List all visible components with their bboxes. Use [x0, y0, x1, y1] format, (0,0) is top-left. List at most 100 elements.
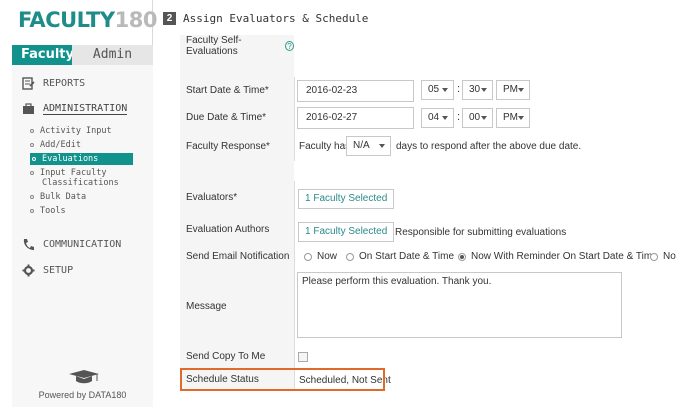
email-option-now-with-reminder[interactable]: Now With Reminder On Start Date & Time: [458, 251, 658, 262]
faculty180-logo[interactable]: FACULTY180: [18, 8, 157, 32]
label-due-date: Due Date & Time*: [180, 103, 294, 131]
select-value: 05: [428, 84, 440, 95]
time-separator: :: [457, 111, 461, 123]
step-number: 2: [163, 12, 176, 25]
send-copy-checkbox[interactable]: [298, 352, 308, 362]
subnav-add-edit[interactable]: Add/Edit: [30, 140, 81, 150]
caret-down-icon: [518, 88, 524, 92]
caret-down-icon: [442, 88, 448, 92]
gear-icon: [22, 264, 35, 277]
bullet-icon: [30, 142, 34, 147]
bullet-icon: [30, 208, 34, 213]
tab-admin[interactable]: Admin: [72, 45, 153, 65]
logo-text: FACULTY: [18, 8, 115, 32]
powered-by-text: Powered by DATA180: [38, 390, 127, 400]
nav-label-administration: ADMINISTRATION: [43, 102, 128, 115]
select-value: N/A: [353, 140, 370, 151]
start-ampm-select[interactable]: PM: [496, 80, 530, 100]
briefcase-icon: [22, 102, 35, 115]
evaluators-button[interactable]: 1 Faculty Selected: [298, 189, 395, 209]
divider: [294, 77, 295, 161]
schedule-status-highlight: [180, 368, 385, 391]
caret-down-icon: [481, 116, 487, 120]
authors-note-text: Responsible for submitting evaluations: [395, 227, 567, 238]
email-option-no[interactable]: No: [650, 251, 676, 262]
radio-label: No: [663, 251, 676, 262]
divider: [294, 181, 295, 391]
subnav-tools[interactable]: Tools: [30, 206, 66, 216]
nav-item-administration[interactable]: ADMINISTRATION: [22, 102, 128, 115]
radio-label: Now With Reminder On Start Date & Time: [471, 251, 658, 262]
response-days-select[interactable]: N/A: [346, 136, 391, 156]
section-title: Assign Evaluators & Schedule: [183, 12, 369, 25]
label-evaluation-authors: Evaluation Authors: [180, 213, 294, 245]
nav-label-communication: COMMUNICATION: [43, 239, 122, 250]
subnav-label: Evaluations: [42, 154, 99, 164]
select-value: 04: [428, 112, 440, 123]
label-faculty-self-evaluations: Faculty Self-Evaluations?: [180, 35, 294, 57]
caret-down-icon: [518, 116, 524, 120]
sidebar: FACULTY180 Faculty Admin REPORTS ADMINIS…: [6, 0, 157, 407]
response-prefix-text: Faculty has: [299, 141, 351, 152]
due-date-input[interactable]: 2016-02-27: [297, 107, 414, 129]
subnav-label: Bulk Data: [40, 192, 87, 202]
select-value: PM: [503, 84, 518, 95]
section-heading: 2 Assign Evaluators & Schedule: [163, 12, 368, 25]
graduation-cap-icon: [68, 370, 100, 387]
subnav-label-cont: Classifications: [42, 178, 119, 188]
subnav-label: Input Faculty: [40, 168, 107, 178]
nav-item-communication[interactable]: COMMUNICATION: [22, 238, 121, 251]
start-hour-select[interactable]: 05: [421, 80, 454, 100]
due-hour-select[interactable]: 04: [421, 108, 454, 128]
radio-icon: [304, 252, 312, 261]
due-ampm-select[interactable]: PM: [496, 108, 530, 128]
message-textarea[interactable]: Please perform this evaluation. Thank yo…: [297, 272, 622, 338]
subnav-activity-input[interactable]: Activity Input: [30, 126, 112, 136]
time-separator: :: [457, 83, 461, 95]
select-value: PM: [503, 112, 518, 123]
subnav-input-faculty-classifications[interactable]: Input Faculty Classifications: [30, 168, 119, 188]
radio-label: On Start Date & Time: [359, 251, 455, 262]
label-evaluators: Evaluators*: [180, 181, 294, 213]
caret-down-icon: [379, 144, 385, 148]
reports-icon: [22, 77, 35, 90]
caret-down-icon: [442, 116, 448, 120]
nav-item-reports[interactable]: REPORTS: [22, 77, 85, 90]
subnav-label: Add/Edit: [40, 140, 81, 150]
radio-label: Now: [317, 251, 338, 262]
caret-down-icon: [481, 88, 487, 92]
label-send-copy: Send Copy To Me: [180, 345, 294, 367]
tab-faculty[interactable]: Faculty: [12, 45, 74, 65]
subnav-bulk-data[interactable]: Bulk Data: [30, 192, 86, 202]
subnav-label: Tools: [40, 206, 66, 216]
email-option-on-start[interactable]: On Start Date & Time: [346, 251, 454, 262]
bullet-icon: [30, 128, 34, 133]
label-spacer: [180, 57, 294, 77]
radio-icon: [346, 252, 354, 261]
bullet-icon: [32, 156, 36, 161]
bullet-icon: [30, 194, 34, 199]
start-minute-select[interactable]: 30: [462, 80, 493, 100]
select-value: 30: [469, 84, 481, 95]
response-suffix-text: days to respond after the above due date…: [396, 141, 582, 152]
email-option-now[interactable]: Now: [304, 251, 337, 262]
nav-item-setup[interactable]: SETUP: [22, 264, 73, 277]
due-minute-select[interactable]: 00: [462, 108, 493, 128]
radio-icon: [650, 252, 658, 261]
label-start-date: Start Date & Time*: [180, 77, 294, 103]
label-faculty-response: Faculty Response*: [180, 131, 294, 161]
label-send-email: Send Email Notification: [180, 245, 294, 267]
phone-icon: [22, 238, 35, 251]
select-value: 00: [469, 112, 481, 123]
logo-number: 180: [114, 8, 158, 32]
nav-label-reports: REPORTS: [43, 78, 86, 89]
help-icon[interactable]: ?: [284, 41, 294, 51]
role-tabs: Faculty Admin: [12, 45, 153, 65]
bullet-icon: [30, 170, 34, 175]
evaluation-authors-button[interactable]: 1 Faculty Selected: [298, 222, 395, 242]
nav-label-setup: SETUP: [43, 265, 74, 276]
start-date-input[interactable]: 2016-02-23: [297, 80, 414, 102]
label-message: Message: [180, 267, 294, 345]
subnav-evaluations[interactable]: Evaluations: [30, 153, 133, 165]
label-text: Faculty Self-Evaluations: [186, 35, 242, 57]
